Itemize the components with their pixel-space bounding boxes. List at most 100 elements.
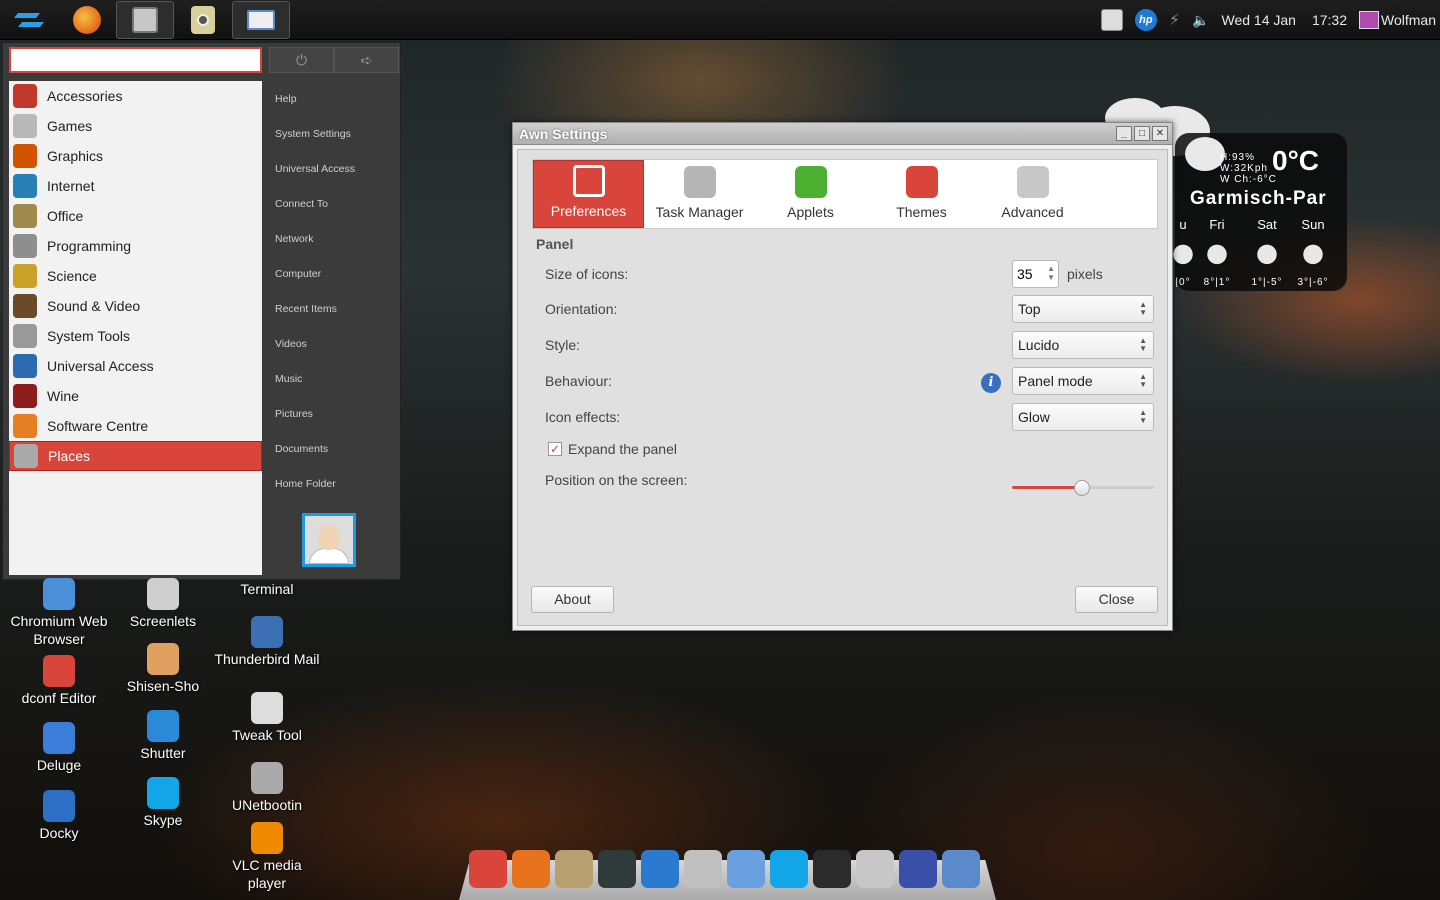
menu-category-universal-access[interactable]: Universal Access — [9, 351, 262, 381]
forecast-day: Fri — [1209, 217, 1225, 232]
screenlets-icon — [147, 578, 179, 610]
shutter-icon[interactable] — [641, 850, 679, 888]
place-item[interactable]: Videos — [269, 326, 399, 361]
desktop-icon-shutter[interactable]: Shutter — [108, 710, 218, 762]
desktop-icon-unetbootin[interactable]: UNetbootin — [212, 762, 322, 814]
menu-category-programming[interactable]: Programming — [9, 231, 262, 261]
desktop-icon-skype[interactable]: Skype — [108, 777, 218, 829]
menu-category-accessories[interactable]: Accessories — [9, 81, 262, 111]
weather-widget[interactable]: H:93% W:32Kph W Ch:-6°C 0°C Garmisch-Par… — [1165, 133, 1347, 291]
orientation-select[interactable]: Top ▲ ▼ — [1012, 295, 1154, 323]
place-item[interactable]: Home Folder — [269, 466, 399, 501]
window-titlebar[interactable]: Awn Settings _ □ ✕ — [513, 123, 1172, 145]
docky-anchor-icon[interactable] — [469, 850, 507, 888]
clock-time[interactable]: 17:32 — [1312, 12, 1347, 28]
settings-tools-icon[interactable] — [684, 850, 722, 888]
icon-size-spinner[interactable]: 35 ▲ ▼ — [1012, 260, 1059, 288]
desktop-icon-label: dconf Editor — [21, 690, 97, 706]
place-item[interactable]: Connect To — [269, 186, 399, 221]
hp-printer-icon[interactable]: hp — [1134, 9, 1157, 31]
zorin-menu-button[interactable] — [0, 0, 58, 40]
tab-advanced[interactable]: Advanced — [977, 160, 1088, 228]
file-manager-icon[interactable] — [856, 850, 894, 888]
place-item[interactable]: Pictures — [269, 396, 399, 431]
desktop-icon-thunderbird[interactable]: Thunderbird Mail — [212, 616, 322, 668]
tab-themes[interactable]: Themes — [866, 160, 977, 228]
desktop-icon-chromium[interactable]: Chromium Web Browser — [4, 578, 114, 648]
network-icon[interactable]: ⚡ — [1169, 10, 1180, 30]
icon-effects-select[interactable]: Glow ▲ ▼ — [1012, 403, 1154, 431]
window-controls: _ □ ✕ — [1114, 126, 1168, 141]
awn-settings-icon[interactable] — [942, 850, 980, 888]
close-button[interactable]: Close — [1075, 586, 1158, 613]
screenshot-tray-icon[interactable] — [1100, 9, 1123, 31]
place-item[interactable]: Network — [269, 221, 399, 256]
desktop-icon-terminal[interactable]: Terminal — [212, 580, 322, 598]
desktop-icon-shisen-sho[interactable]: Shisen-Sho — [108, 643, 218, 695]
position-slider[interactable] — [1012, 480, 1154, 496]
security-shield-icon[interactable] — [899, 850, 937, 888]
menu-category-science[interactable]: Science — [9, 261, 262, 291]
behaviour-select[interactable]: Panel mode ▲ ▼ — [1012, 367, 1154, 395]
place-item[interactable]: Help — [269, 81, 399, 116]
slider-fill — [1012, 486, 1082, 489]
weather-city: Garmisch-Par — [1190, 188, 1327, 209]
audio-player-launcher[interactable] — [174, 0, 232, 40]
menu-search-input[interactable] — [9, 47, 262, 73]
minimize-button[interactable]: _ — [1116, 126, 1132, 141]
desktop-icon-docky[interactable]: Docky — [4, 790, 114, 842]
menu-category-wine[interactable]: Wine — [9, 381, 262, 411]
firefox-launcher[interactable] — [58, 0, 116, 40]
expand-panel-label[interactable]: Expand the panel — [568, 441, 677, 457]
power-button[interactable]: ⏻ — [269, 47, 334, 73]
menu-category-sound-video[interactable]: Sound & Video — [9, 291, 262, 321]
downloads-folder-icon[interactable] — [555, 850, 593, 888]
forecast-cloud-icon — [1199, 239, 1235, 267]
info-icon[interactable]: i — [981, 373, 1001, 393]
awn-settings-launcher[interactable] — [232, 1, 290, 39]
menu-category-internet[interactable]: Internet — [9, 171, 262, 201]
about-button[interactable]: About — [531, 586, 614, 613]
tab-applets[interactable]: Applets — [755, 160, 866, 228]
place-item[interactable]: Computer — [269, 256, 399, 291]
system-monitor-icon[interactable] — [598, 850, 636, 888]
place-item[interactable]: Recent Items — [269, 291, 399, 326]
place-item[interactable]: Music — [269, 361, 399, 396]
desktop-icon-label: Screenlets — [129, 613, 197, 629]
terminal-icon[interactable] — [813, 850, 851, 888]
chromium-icon[interactable] — [727, 850, 765, 888]
close-window-button[interactable]: ✕ — [1152, 126, 1168, 141]
logout-button[interactable]: ➪ — [334, 47, 399, 73]
tab-task-manager[interactable]: Task Manager — [644, 160, 755, 228]
place-item[interactable]: Universal Access — [269, 151, 399, 186]
volume-icon[interactable]: 🔈 — [1192, 12, 1209, 29]
place-item[interactable]: Documents — [269, 431, 399, 466]
desktop-icon-deluge[interactable]: Deluge — [4, 722, 114, 774]
user-avatar[interactable] — [302, 513, 356, 567]
icon-effects-label: Icon effects: — [545, 409, 621, 425]
file-manager-launcher[interactable] — [116, 1, 174, 39]
menu-category-graphics[interactable]: Graphics — [9, 141, 262, 171]
desktop-icon-label: Chromium Web Browser — [10, 613, 108, 647]
maximize-button[interactable]: □ — [1134, 126, 1150, 141]
menu-category-software-centre[interactable]: Software Centre — [9, 411, 262, 441]
desktop-icon-screenlets[interactable]: Screenlets — [108, 578, 218, 630]
expand-panel-checkbox[interactable]: ✓ — [548, 442, 562, 456]
style-select[interactable]: Lucido ▲ ▼ — [1012, 331, 1154, 359]
menu-category-office[interactable]: Office — [9, 201, 262, 231]
skype-icon[interactable] — [770, 850, 808, 888]
menu-category-places[interactable]: Places — [9, 441, 262, 471]
clock-date[interactable]: Wed 14 Jan — [1222, 12, 1296, 28]
desktop-icon-dconf-editor[interactable]: dconf Editor — [4, 655, 114, 707]
spinner-arrows-icon[interactable]: ▲ ▼ — [1047, 264, 1055, 282]
menu-category-system-tools[interactable]: System Tools — [9, 321, 262, 351]
slider-knob[interactable] — [1073, 480, 1090, 496]
place-item[interactable]: System Settings — [269, 116, 399, 151]
desktop-icon-vlc[interactable]: VLC media player — [212, 822, 322, 892]
firefox-icon[interactable] — [512, 850, 550, 888]
tab-preferences[interactable]: Preferences — [533, 160, 644, 228]
user-menu[interactable]: Wolfman — [1359, 11, 1436, 29]
menu-category-label: Internet — [47, 178, 95, 194]
menu-category-games[interactable]: Games — [9, 111, 262, 141]
desktop-icon-tweak-tool[interactable]: Tweak Tool — [212, 692, 322, 744]
